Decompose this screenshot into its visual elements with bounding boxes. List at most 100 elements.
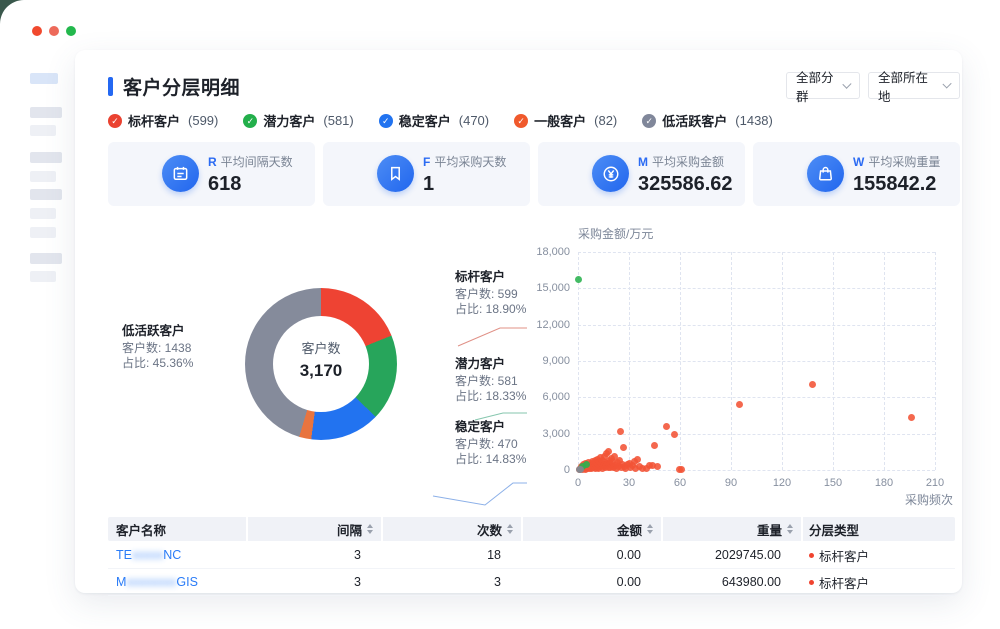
filter-group-label: 全部分群: [796, 67, 834, 105]
scatter-point: [651, 442, 658, 449]
filter-group-select[interactable]: 全部分群: [786, 72, 860, 99]
sort-icon[interactable]: [647, 524, 653, 534]
title-accent-bar: [108, 77, 113, 96]
stat-value: 618: [208, 173, 293, 196]
bag-icon: [807, 155, 844, 192]
sort-icon[interactable]: [787, 524, 793, 534]
gridline: [578, 434, 935, 435]
stat-card-monetary: M平均采购金额 325586.62: [538, 142, 745, 206]
gridline: [731, 252, 732, 470]
sort-icon[interactable]: [367, 524, 373, 534]
yen-coin-icon: [592, 155, 629, 192]
stat-card-weight: W平均采购重量 155842.2: [753, 142, 960, 206]
cell-interval: 3: [248, 575, 383, 589]
zoom-window-icon[interactable]: [66, 26, 76, 36]
gridline: [629, 252, 630, 470]
scatter-point: [908, 414, 915, 421]
scatter-point: [620, 444, 627, 451]
scatter-point: [736, 401, 743, 408]
sidebar-skeleton-bar: [30, 253, 62, 264]
column-header-times[interactable]: 次数: [383, 517, 523, 541]
scatter-point: [617, 428, 624, 435]
cell-amount: 0.00: [523, 548, 663, 562]
gridline: [578, 397, 935, 398]
gridline: [578, 252, 935, 253]
sidebar-skeleton-bar: [30, 171, 56, 182]
window-controls: [32, 26, 76, 36]
check-circle-icon: ✓: [514, 114, 528, 128]
table-row[interactable]: MxxxxxxxxGIS 3 3 0.00 643980.00 标杆客户: [108, 569, 955, 596]
callout-stable: 稳定客户 客户数: 470 占比: 14.83%: [455, 416, 526, 467]
chevron-down-icon: [942, 79, 951, 88]
sidebar-skeleton-bar: [30, 208, 56, 219]
legend-item-general[interactable]: ✓ 一般客户 (82): [514, 111, 617, 130]
filter-location-label: 全部所在地: [878, 67, 934, 105]
check-circle-icon: ✓: [108, 114, 122, 128]
cell-amount: 0.00: [523, 575, 663, 589]
stat-value: 155842.2: [853, 173, 940, 196]
y-tick-label: 12,000: [506, 319, 570, 331]
stat-card-frequency: F平均采购天数 1: [323, 142, 530, 206]
y-tick-label: 0: [506, 464, 570, 476]
app-window: 客户分层明细 全部分群 全部所在地 ✓ 标杆客户 (599) ✓ 潜力客户 (5…: [0, 0, 1000, 629]
filter-location-select[interactable]: 全部所在地: [868, 72, 960, 99]
sidebar-skeleton-bar: [30, 125, 56, 136]
page-title: 客户分层明细: [123, 73, 240, 100]
stat-card-recency: R平均间隔天数 618: [108, 142, 315, 206]
gridline: [884, 252, 885, 470]
close-window-icon[interactable]: [32, 26, 42, 36]
column-header-segment[interactable]: 分层类型: [803, 517, 955, 541]
cell-times: 3: [383, 575, 523, 589]
sidebar-skeleton-bar-active: [30, 73, 58, 84]
x-tick-label: 60: [660, 477, 700, 489]
sort-icon[interactable]: [507, 524, 513, 534]
table-row[interactable]: TExxxxxNC 3 18 0.00 2029745.00 标杆客户: [108, 542, 955, 569]
gridline: [578, 325, 935, 326]
chevron-down-icon: [843, 80, 852, 89]
y-tick-label: 9,000: [506, 355, 570, 367]
sidebar-skeleton-bar: [30, 107, 62, 118]
y-tick-label: 3,000: [506, 428, 570, 440]
column-header-interval[interactable]: 间隔: [248, 517, 383, 541]
x-tick-label: 30: [609, 477, 649, 489]
calendar-icon: [162, 155, 199, 192]
gridline: [833, 252, 834, 470]
customer-name-link[interactable]: TExxxxxNC: [108, 548, 248, 562]
cell-segment: 标杆客户: [803, 573, 955, 592]
y-tick-label: 6,000: [506, 391, 570, 403]
redacted-text: xxxxx: [132, 548, 163, 562]
column-header-weight[interactable]: 重量: [663, 517, 803, 541]
scatter-x-axis-title: 采购频次: [905, 491, 953, 508]
x-tick-label: 120: [762, 477, 802, 489]
segment-dot-icon: [809, 580, 814, 585]
minimize-window-icon[interactable]: [49, 26, 59, 36]
cell-segment: 标杆客户: [803, 546, 955, 565]
stat-cards: R平均间隔天数 618 F平均采购天数 1: [108, 142, 960, 206]
scatter-y-axis-title: 采购金额/万元: [578, 225, 653, 242]
sidebar-skeleton-bar: [30, 152, 62, 163]
segment-legend: ✓ 标杆客户 (599) ✓ 潜力客户 (581) ✓ 稳定客户 (470) ✓…: [108, 111, 773, 130]
legend-item-potential[interactable]: ✓ 潜力客户 (581): [243, 111, 353, 130]
scatter-point: [671, 431, 678, 438]
gridline: [680, 252, 681, 470]
cell-weight: 2029745.00: [663, 548, 803, 562]
legend-item-stable[interactable]: ✓ 稳定客户 (470): [379, 111, 489, 130]
customer-name-link[interactable]: MxxxxxxxxGIS: [108, 575, 248, 589]
stat-value: 1: [423, 173, 506, 196]
redacted-text: xxxxxxxx: [126, 575, 176, 589]
gridline: [935, 252, 936, 470]
column-header-amount[interactable]: 金额: [523, 517, 663, 541]
scatter-point: [577, 466, 584, 473]
cell-times: 18: [383, 548, 523, 562]
legend-item-benchmark[interactable]: ✓ 标杆客户 (599): [108, 111, 218, 130]
x-tick-label: 0: [558, 477, 598, 489]
legend-item-low-active[interactable]: ✓ 低活跃客户 (1438): [642, 111, 773, 130]
stat-value: 325586.62: [638, 173, 733, 196]
sidebar-skeleton-bar: [30, 271, 56, 282]
cell-weight: 643980.00: [663, 575, 803, 589]
column-header-name[interactable]: 客户名称: [108, 517, 248, 541]
gridline: [578, 288, 935, 289]
table-header: 客户名称 间隔 次数 金额 重量 分层类型: [108, 517, 955, 541]
scatter-point: [678, 466, 685, 473]
scatter-point: [663, 423, 670, 430]
